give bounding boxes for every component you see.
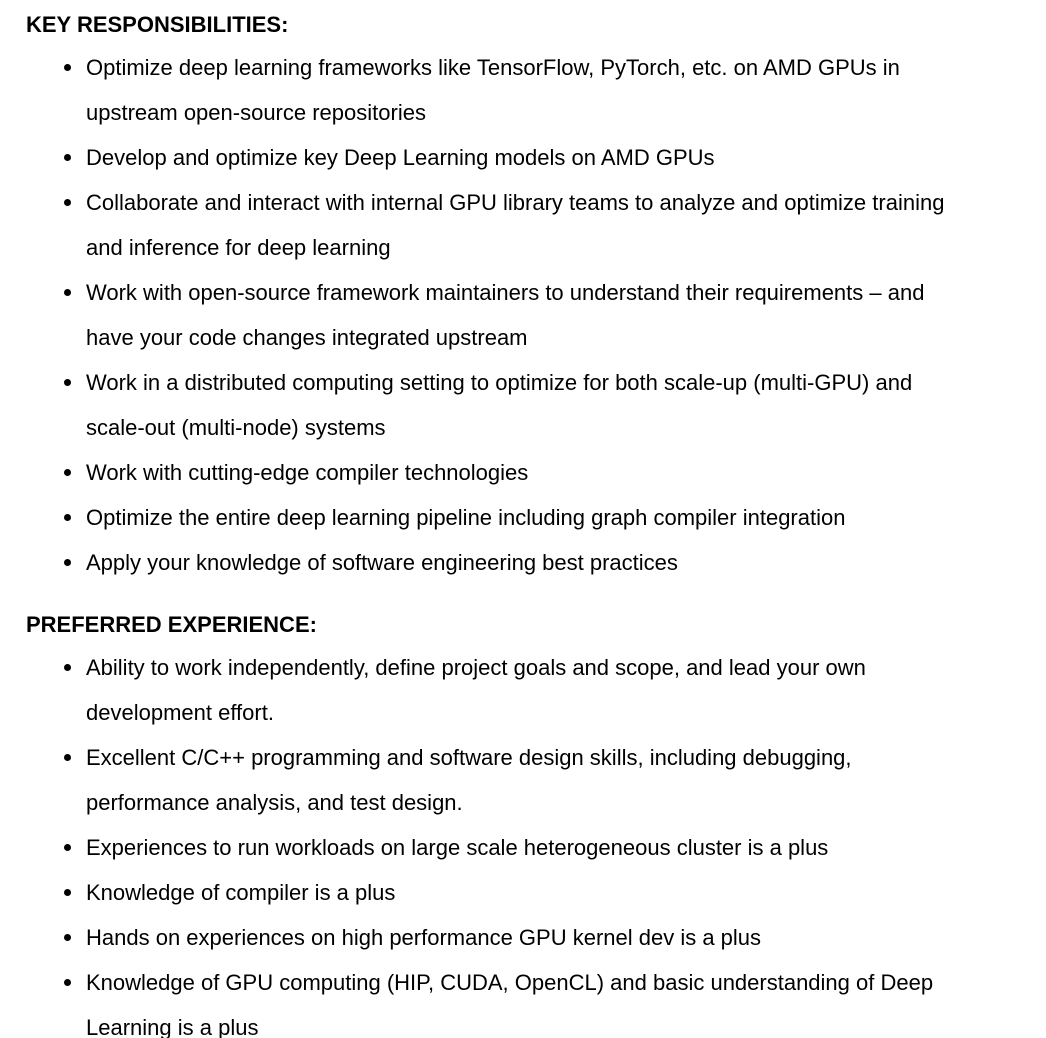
list-item: Work with cutting-edge compiler technolo… [0,450,1046,495]
list-item-text: development effort. [86,700,274,725]
list-item-text: upstream open-source repositories [86,100,426,125]
bullet-icon [64,559,71,566]
bullet-icon [64,514,71,521]
bullet-icon [64,664,71,671]
preferred-experience-list: Ability to work independently, define pr… [0,645,1046,1038]
bullet-icon [64,64,71,71]
bullet-icon [64,979,71,986]
bullet-icon [64,289,71,296]
list-item-text: Develop and optimize key Deep Learning m… [86,145,715,170]
list-item-text: have your code changes integrated upstre… [86,325,528,350]
preferred-experience-heading: PREFERRED EXPERIENCE: [26,612,317,637]
list-item: Develop and optimize key Deep Learning m… [0,135,1046,180]
list-item: Optimize the entire deep learning pipeli… [0,495,1046,540]
list-item: Knowledge of compiler is a plus [0,870,1046,915]
document-page: KEY RESPONSIBILITIES: Optimize deep lear… [0,0,1046,1038]
list-item-text: Work with open-source framework maintain… [86,280,925,305]
list-item: Apply your knowledge of software enginee… [0,540,1046,585]
list-item-text: Optimize the entire deep learning pipeli… [86,505,846,530]
bullet-icon [64,154,71,161]
list-item: Optimize deep learning frameworks like T… [0,45,1046,135]
list-item-text: and inference for deep learning [86,235,391,260]
list-item-text: Experiences to run workloads on large sc… [86,835,829,860]
list-item-text: Apply your knowledge of software enginee… [86,550,678,575]
list-item-text: Ability to work independently, define pr… [86,655,866,680]
list-item-text: Excellent C/C++ programming and software… [86,745,852,770]
list-item-text: Learning is a plus [86,1015,259,1038]
key-responsibilities-list: Optimize deep learning frameworks like T… [0,45,1046,585]
list-item-text: Work with cutting-edge compiler technolo… [86,460,529,485]
bullet-icon [64,199,71,206]
bullet-icon [64,934,71,941]
list-item: Collaborate and interact with internal G… [0,180,1046,270]
list-item: Ability to work independently, define pr… [0,645,1046,735]
key-responsibilities-heading: KEY RESPONSIBILITIES: [26,12,289,37]
list-item-text: Knowledge of compiler is a plus [86,880,396,905]
list-item: Work with open-source framework maintain… [0,270,1046,360]
bullet-icon [64,379,71,386]
list-item-text: scale-out (multi-node) systems [86,415,386,440]
list-item-text: performance analysis, and test design. [86,790,463,815]
list-item-text: Hands on experiences on high performance… [86,925,762,950]
bullet-icon [64,754,71,761]
bullet-icon [64,889,71,896]
list-item: Knowledge of GPU computing (HIP, CUDA, O… [0,960,1046,1038]
list-item: Experiences to run workloads on large sc… [0,825,1046,870]
bullet-icon [64,844,71,851]
list-item-text: Work in a distributed computing setting … [86,370,913,395]
list-item-text: Collaborate and interact with internal G… [86,190,945,215]
list-item: Hands on experiences on high performance… [0,915,1046,960]
list-item: Work in a distributed computing setting … [0,360,1046,450]
list-item-text: Optimize deep learning frameworks like T… [86,55,900,80]
list-item: Excellent C/C++ programming and software… [0,735,1046,825]
bullet-icon [64,469,71,476]
list-item-text: Knowledge of GPU computing (HIP, CUDA, O… [86,970,934,995]
